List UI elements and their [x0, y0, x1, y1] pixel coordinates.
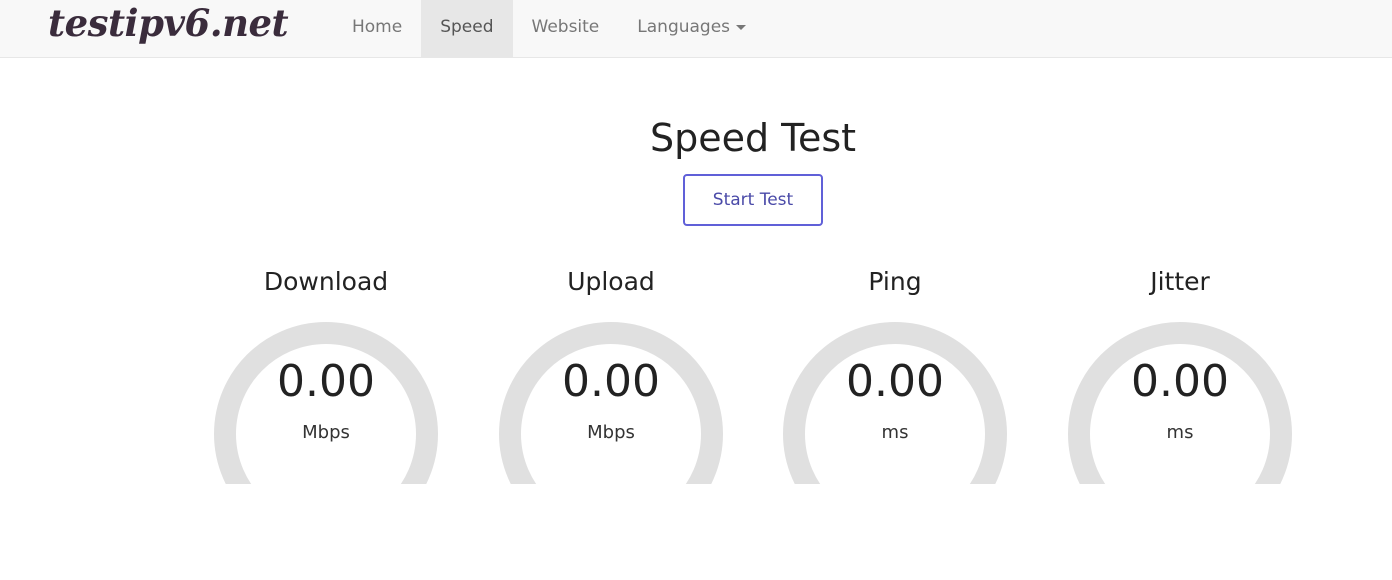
- ping-value: 0.00: [846, 356, 944, 407]
- upload-value: 0.00: [562, 356, 660, 407]
- nav-item-label: Website: [531, 17, 600, 37]
- gauge-title: Ping: [868, 267, 922, 296]
- download-unit: Mbps: [302, 422, 350, 443]
- upload-unit: Mbps: [587, 422, 635, 443]
- nav-item-languages-dropdown[interactable]: Languages: [618, 0, 765, 57]
- gauge-title: Download: [263, 267, 389, 296]
- download-value: 0.00: [277, 356, 375, 407]
- page-title: Speed Test: [649, 116, 857, 160]
- nav-item-label: Home: [352, 17, 403, 37]
- nav-item-website[interactable]: Website: [513, 0, 619, 57]
- nav-item-label: Speed: [440, 17, 494, 37]
- nav-item-label: Languages: [637, 17, 731, 37]
- caret-down-icon: [736, 24, 747, 30]
- ping-unit: ms: [881, 422, 909, 443]
- nav-menu: Home Speed Website Languages: [333, 0, 765, 57]
- gauge-title: Jitter: [1150, 267, 1210, 296]
- start-test-button[interactable]: Start Test: [683, 174, 823, 226]
- navbar: testipv6.net Home Speed Website Language…: [0, 0, 1392, 58]
- nav-item-speed[interactable]: Speed: [421, 0, 513, 57]
- gauge-title: Upload: [567, 267, 655, 296]
- jitter-value: 0.00: [1131, 356, 1229, 407]
- jitter-unit: ms: [1166, 422, 1194, 443]
- nav-item-home[interactable]: Home: [333, 0, 421, 57]
- brand-logo[interactable]: testipv6.net: [48, 0, 289, 48]
